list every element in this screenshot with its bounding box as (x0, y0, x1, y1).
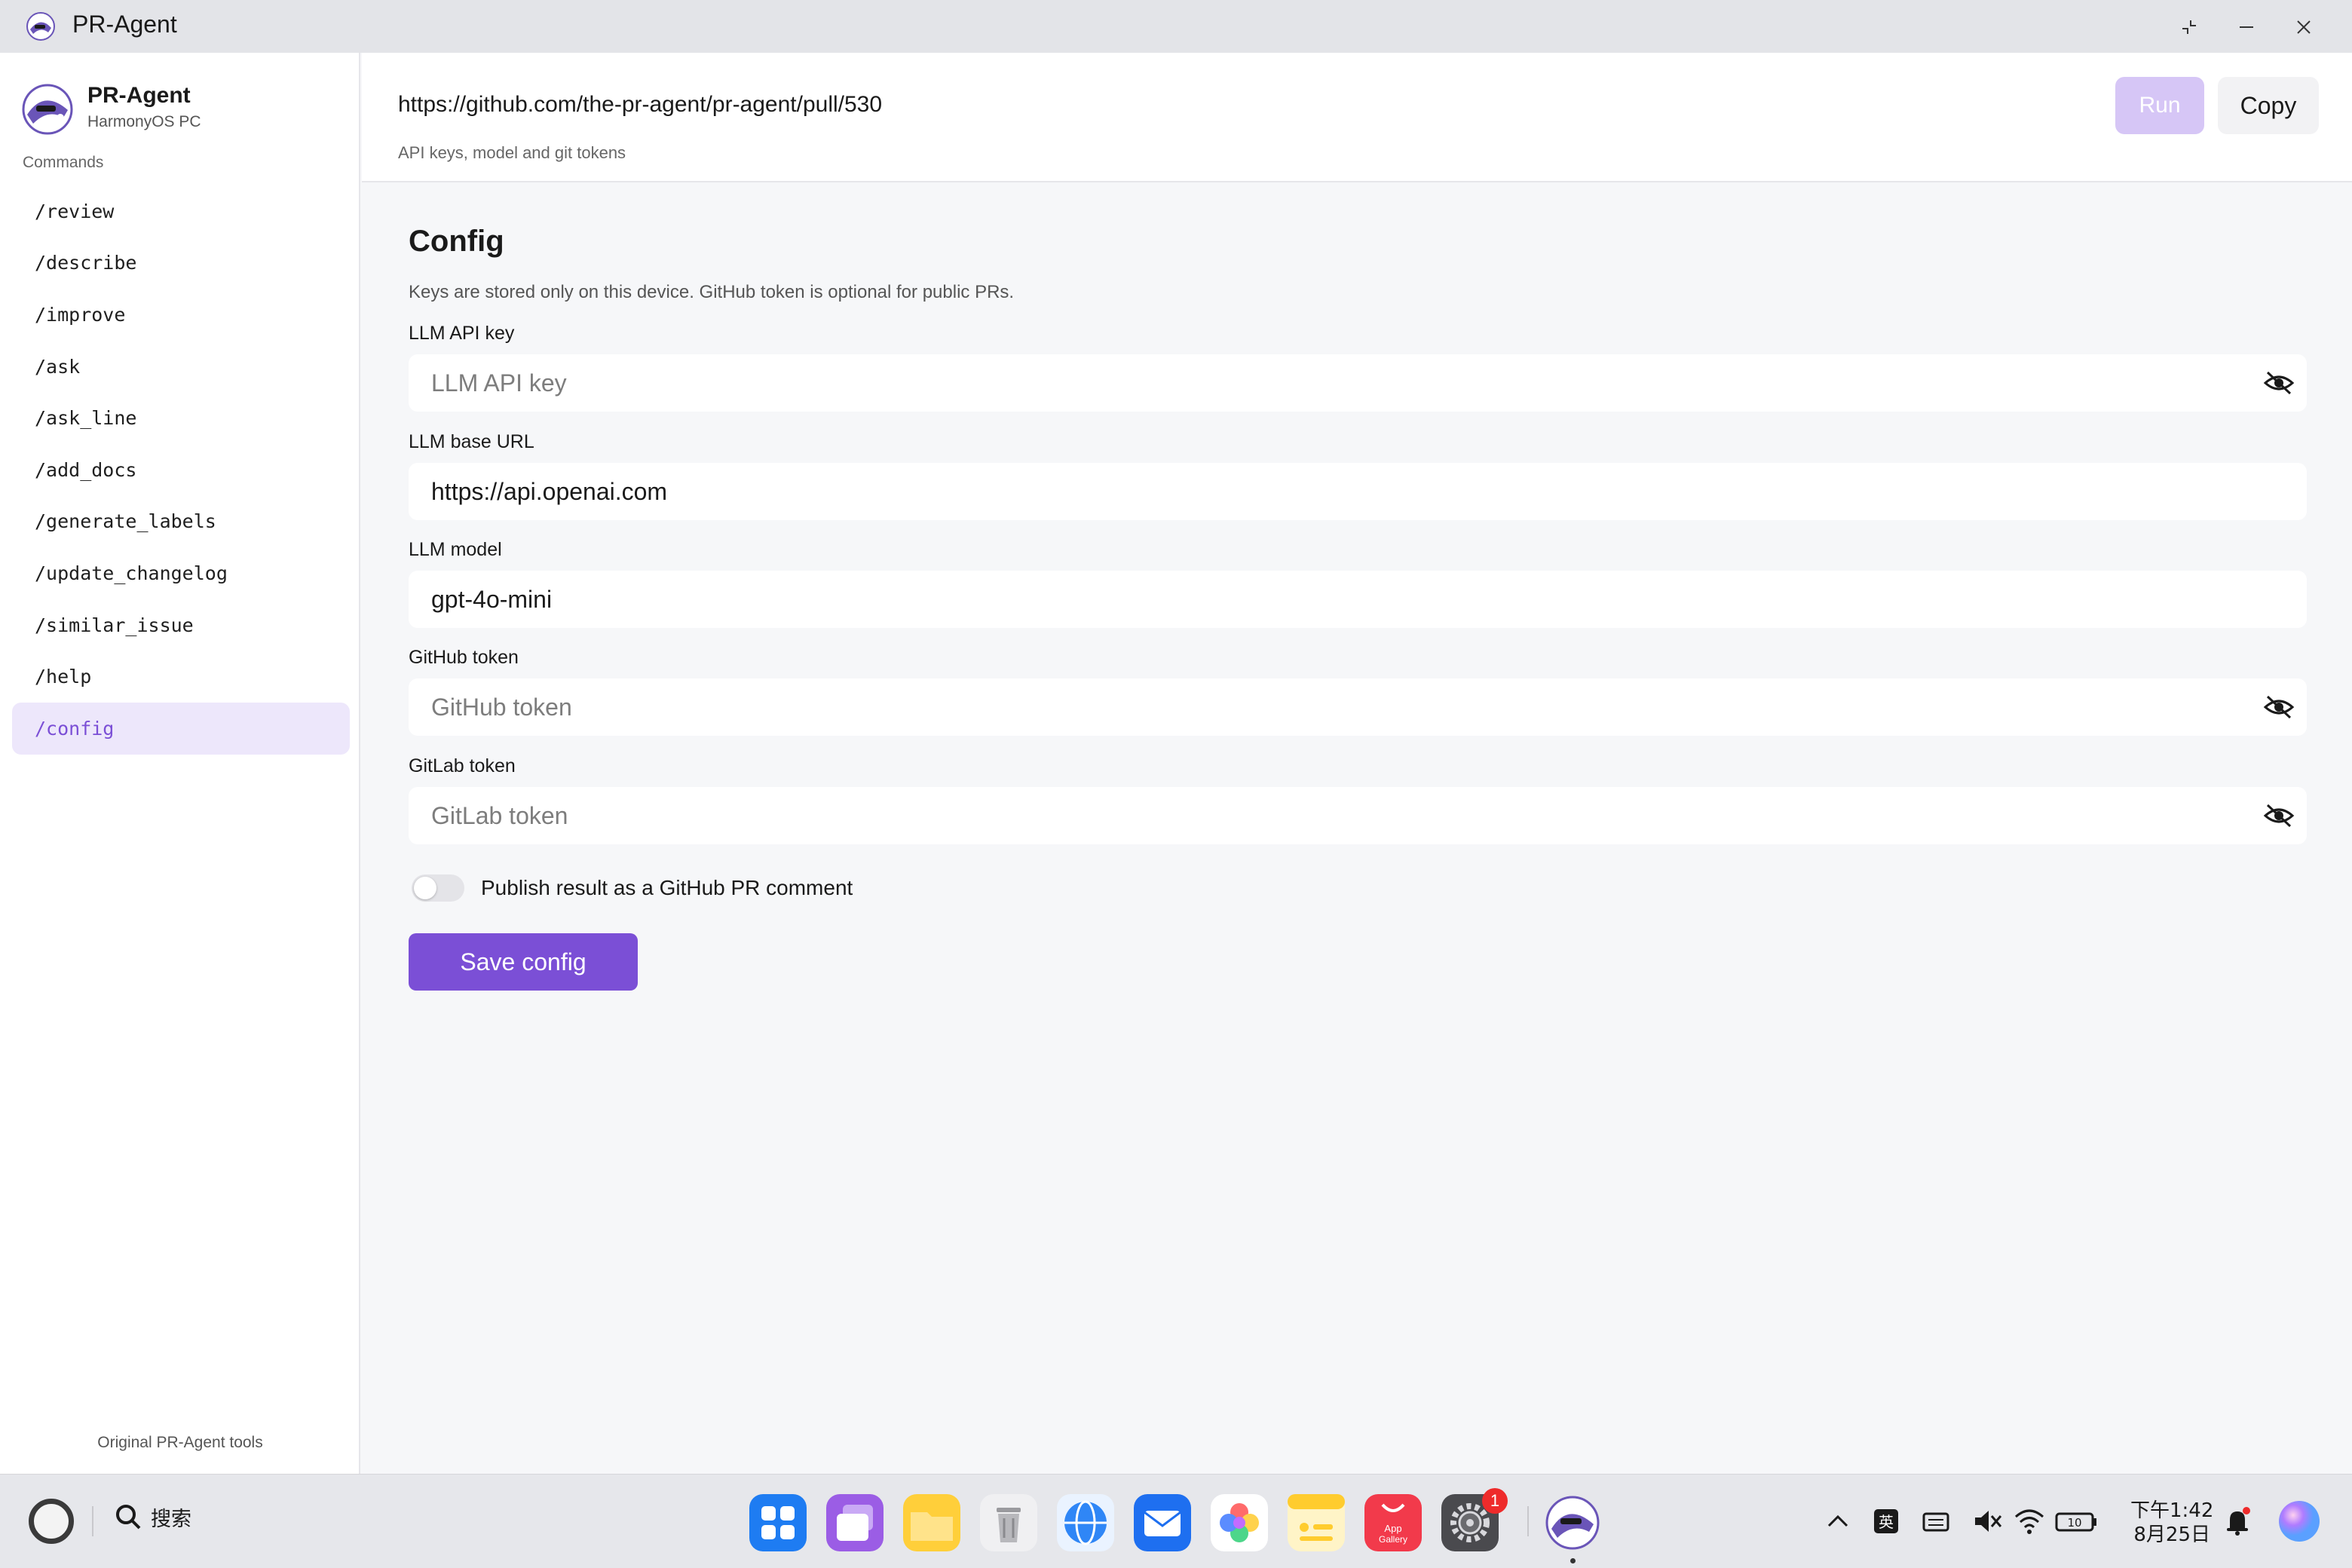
clock[interactable]: 下午1:42 8月25日 (2130, 1499, 2213, 1547)
sidebar: PR-Agent HarmonyOS PC Commands /review /… (0, 53, 360, 1474)
config-description: Keys are stored only on this device. Git… (409, 282, 1015, 302)
clock-time: 下午1:42 (2130, 1499, 2214, 1522)
pr-agent-logo-icon (26, 11, 56, 41)
sidebar-item-ask-line[interactable]: /ask_line (12, 392, 350, 444)
clock-date: 8月25日 (2133, 1524, 2211, 1546)
llm-base-url-field (409, 463, 2307, 520)
llm-api-key-input[interactable] (409, 354, 2233, 412)
sidebar-item-generate-labels[interactable]: /generate_labels (12, 496, 350, 548)
taskbar-divider (1527, 1506, 1529, 1536)
pr-url-input[interactable] (398, 80, 1378, 130)
topbar-hint: API keys, model and git tokens (398, 143, 626, 162)
llm-model-field (409, 571, 2307, 628)
battery-level: 10 (2067, 1516, 2081, 1530)
top-bar: API keys, model and git tokens Run Copy (362, 53, 2352, 182)
sidebar-item-ask[interactable]: /ask (12, 341, 350, 393)
taskbar: 搜索 App Gallery 1 英 10 下午1:42 8月25日 (0, 1474, 2352, 1568)
eye-off-icon[interactable] (2263, 368, 2295, 398)
mail-icon[interactable] (1134, 1494, 1191, 1551)
save-config-button[interactable]: Save config (409, 933, 638, 991)
app-gallery-icon[interactable]: App Gallery (1364, 1494, 1422, 1551)
llm-api-key-label: LLM API key (409, 323, 515, 344)
trash-icon[interactable] (980, 1494, 1037, 1551)
ime-label: 英 (1879, 1513, 1894, 1531)
publish-comment-toggle[interactable] (412, 874, 464, 902)
command-list: /review /describe /improve /ask /ask_lin… (12, 185, 350, 755)
brand-subtitle: HarmonyOS PC (87, 113, 201, 130)
github-token-input[interactable] (409, 678, 2233, 736)
volume-muted-icon[interactable] (1971, 1505, 2004, 1538)
files-icon[interactable] (903, 1494, 960, 1551)
assistant-orb-icon[interactable] (2277, 1499, 2322, 1544)
sidebar-item-improve[interactable]: /improve (12, 289, 350, 341)
window-title: PR-Agent (72, 11, 177, 38)
browser-icon[interactable] (1057, 1494, 1114, 1551)
svg-text:Gallery: Gallery (1379, 1534, 1407, 1545)
sidebar-item-update-changelog[interactable]: /update_changelog (12, 547, 350, 599)
search-icon (116, 1505, 141, 1530)
llm-base-url-label: LLM base URL (409, 431, 534, 452)
sidebar-item-add-docs[interactable]: /add_docs (12, 444, 350, 496)
taskbar-search-button[interactable]: 搜索 (113, 1502, 191, 1532)
sidebar-item-describe[interactable]: /describe (12, 237, 350, 289)
brand-name: PR-Agent (87, 83, 191, 108)
battery-icon[interactable]: 10 (2053, 1505, 2102, 1538)
sidebar-item-review[interactable]: /review (12, 185, 350, 237)
brand-logo-icon (21, 83, 74, 136)
run-button[interactable]: Run (2115, 77, 2204, 134)
notes-icon[interactable] (1288, 1494, 1345, 1551)
pr-agent-dock-icon[interactable] (1544, 1494, 1601, 1551)
publish-toggle-row: Publish result as a GitHub PR comment (412, 874, 853, 902)
title-bar: PR-Agent (0, 0, 2352, 53)
minimize-icon[interactable] (2231, 12, 2262, 42)
app-launcher-icon[interactable] (749, 1494, 807, 1551)
eye-off-icon[interactable] (2263, 801, 2295, 831)
ime-icon[interactable]: 英 (1870, 1505, 1903, 1538)
keyboard-icon[interactable] (1919, 1505, 1952, 1538)
config-title: Config (409, 225, 504, 258)
running-indicator (1570, 1558, 1576, 1563)
restore-icon[interactable] (2174, 12, 2204, 42)
llm-model-label: LLM model (409, 539, 502, 560)
sidebar-item-config[interactable]: /config (12, 702, 350, 755)
sidebar-item-help[interactable]: /help (12, 651, 350, 703)
llm-api-key-field (409, 354, 2307, 412)
gitlab-token-input[interactable] (409, 787, 2233, 844)
photos-icon[interactable] (1211, 1494, 1268, 1551)
notification-bell-icon[interactable] (2221, 1505, 2254, 1538)
gitlab-token-field (409, 787, 2307, 844)
toggle-knob (414, 877, 436, 899)
chevron-up-icon[interactable] (1821, 1505, 1854, 1538)
sidebar-footer: Original PR-Agent tools (97, 1434, 263, 1451)
settings-notification-badge: 1 (1482, 1488, 1508, 1514)
sidebar-item-similar-issue[interactable]: /similar_issue (12, 599, 350, 651)
commands-section-label: Commands (23, 154, 104, 171)
github-token-label: GitHub token (409, 647, 519, 668)
search-label: 搜索 (151, 1507, 191, 1531)
start-button[interactable] (29, 1499, 74, 1544)
close-icon[interactable] (2289, 12, 2319, 42)
copy-button[interactable]: Copy (2218, 77, 2319, 134)
publish-toggle-label: Publish result as a GitHub PR comment (481, 876, 853, 899)
taskbar-divider (92, 1506, 93, 1536)
multitask-icon[interactable] (826, 1494, 884, 1551)
github-token-field (409, 678, 2307, 736)
wifi-icon[interactable] (2013, 1505, 2046, 1538)
llm-base-url-input[interactable] (409, 463, 2233, 520)
llm-model-input[interactable] (409, 571, 2233, 628)
gitlab-token-label: GitLab token (409, 755, 516, 776)
app-gallery-text: App (1384, 1523, 1401, 1534)
eye-off-icon[interactable] (2263, 692, 2295, 722)
